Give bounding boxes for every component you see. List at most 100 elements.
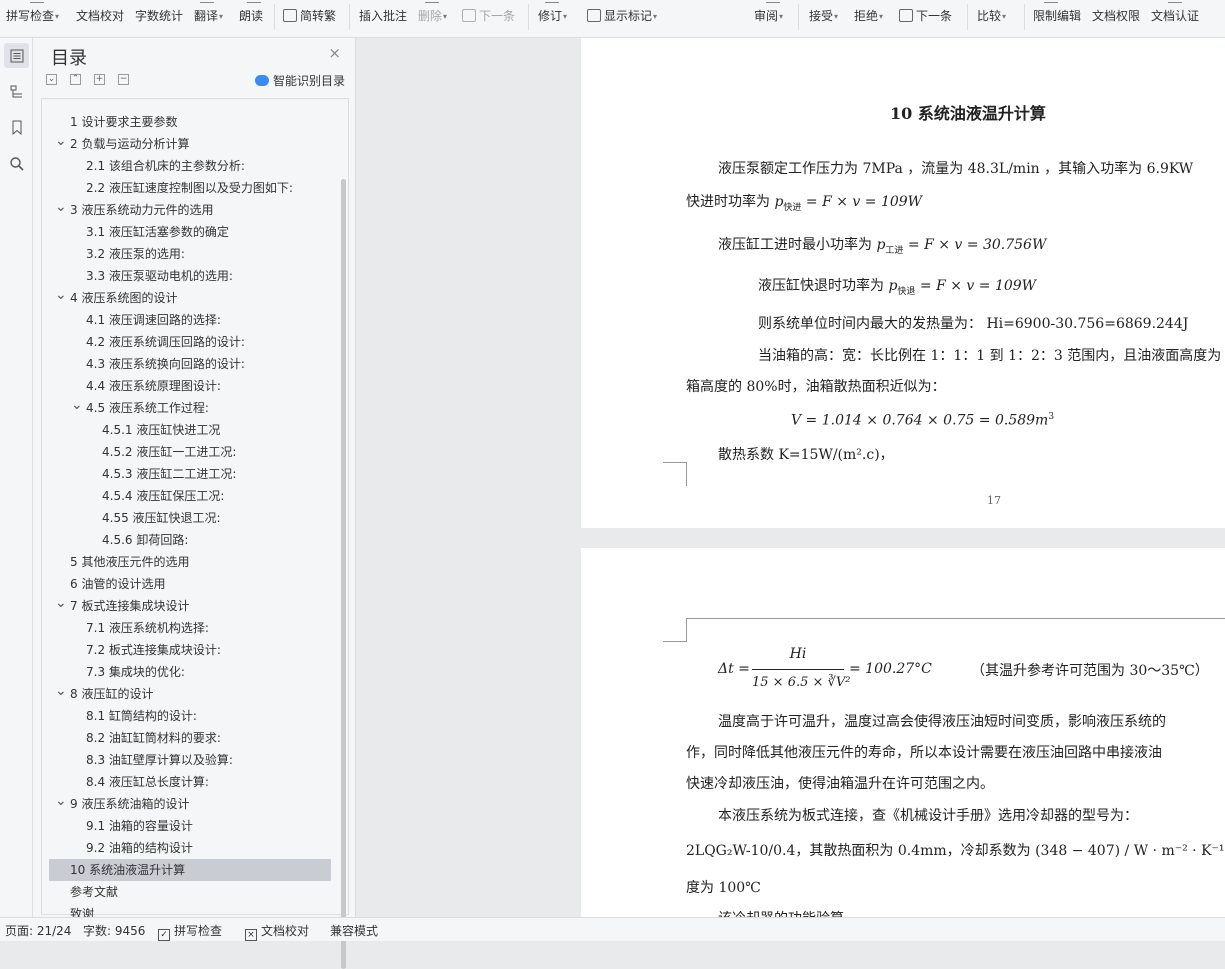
toc-item[interactable]: ⌄ 8 液压缸的设计 — [49, 683, 331, 705]
bookmark-icon[interactable] — [4, 115, 29, 140]
close-icon[interactable]: × — [328, 44, 341, 62]
restrict-edit-button[interactable]: 限制编辑 — [1033, 7, 1081, 25]
ribbon-icon-stub — [200, 0, 214, 3]
separator — [798, 4, 799, 30]
toc-item-label: 3.3 液压泵驱动电机的选用: — [86, 269, 233, 283]
toc-item[interactable]: 10 系统油液温升计算 — [49, 859, 331, 881]
accept-button[interactable]: 接受▾ — [809, 7, 838, 25]
doc-proofread-status[interactable]: × 文档校对 — [245, 922, 309, 941]
word-count-indicator[interactable]: 字数: 9456 — [83, 922, 145, 939]
toc-item[interactable]: 8.4 液压缸总长度计算: — [49, 771, 331, 793]
toc-item[interactable]: 4.5.1 液压缸快进工况 — [49, 419, 331, 441]
ribbon-icon-stub — [1044, 0, 1058, 3]
toc-item[interactable]: 3.3 液压泵驱动电机的选用: — [49, 265, 331, 287]
show-markup-button[interactable]: 显示标记▾ — [587, 7, 657, 25]
toc-item[interactable]: 4.5.6 卸荷回路: — [49, 529, 331, 551]
toc-item[interactable]: 5 其他液压元件的选用 — [49, 551, 331, 573]
chevron-down-icon[interactable]: ⌄ — [55, 592, 67, 614]
toc-item[interactable]: 4.2 液压系统调压回路的设计: — [49, 331, 331, 353]
toc-item[interactable]: 4.1 液压调速回路的选择: — [49, 309, 331, 331]
toc-item[interactable]: 3.2 液压泵的选用: — [49, 243, 331, 265]
separator — [528, 4, 529, 30]
toc-item[interactable]: ⌄ 4.5 液压系统工作过程: — [49, 397, 331, 419]
doc-permissions-button[interactable]: 文档权限 — [1092, 7, 1140, 25]
spell-check-status[interactable]: ✓ 拼写检查 — [158, 922, 222, 941]
doc-proofread-button[interactable]: 文档校对 — [76, 7, 124, 25]
document-page: 10 系统油液温升计算 液压泵额定工作压力为 7MPa ，流量为 48.3L/m… — [581, 38, 1225, 528]
toc-item[interactable]: 2.1 该组合机床的主参数分析: — [49, 155, 331, 177]
insert-comment-button[interactable]: 插入批注 — [359, 7, 407, 25]
toc-item[interactable]: 4.5.2 液压缸一工进工况: — [49, 441, 331, 463]
separator — [1024, 4, 1025, 30]
toc-item[interactable]: 2.2 液压缸速度控制图以及受力图如下: — [49, 177, 331, 199]
paragraph-line: 2LQG₂W-10/0.4，其散热面积为 0.4mm，冷却系数为 (348 − … — [686, 843, 1225, 859]
compare-button[interactable]: 比较▾ — [977, 7, 1006, 25]
toc-item[interactable]: 7.2 板式连接集成块设计: — [49, 639, 331, 661]
simp-trad-button[interactable]: 简转繁 — [283, 7, 336, 25]
toc-list: 1 设计要求主要参数 ⌄ 2 负载与运动分析计算 2.1 该组合机床的主参数分析: 2.… — [41, 98, 349, 969]
toc-item[interactable]: 8.1 缸筒结构的设计: — [49, 705, 331, 727]
page-indicator[interactable]: 页面: 21/24 — [5, 922, 71, 939]
toc-item-label: 4.2 液压系统调压回路的设计: — [86, 335, 245, 349]
toc-item[interactable]: 4.5.3 液压缸二工进工况: — [49, 463, 331, 485]
word-count-button[interactable]: 字数统计 — [135, 7, 183, 25]
search-icon[interactable] — [4, 151, 29, 176]
paragraph-line: 液压缸快退时功率为 p快退 = F × v = 109W — [758, 278, 1037, 297]
review-button[interactable]: 审阅▾ — [754, 7, 783, 25]
markup-icon — [587, 9, 601, 22]
add-heading-icon[interactable]: + — [94, 74, 105, 85]
comment-icon — [462, 9, 476, 22]
toc-item[interactable]: 3.1 液压缸活塞参数的确定 — [49, 221, 331, 243]
compat-mode-label: 兼容模式 — [330, 924, 379, 938]
toc-item[interactable]: ⌄ 9 液压系统油箱的设计 — [49, 793, 331, 815]
chevron-down-icon[interactable]: ⌄ — [55, 196, 67, 218]
collapse-all-icon[interactable]: ⌄ — [46, 74, 57, 85]
toc-item[interactable]: 4.4 液压系统原理图设计: — [49, 375, 331, 397]
smart-detect-toc-button[interactable]: 智能识别目录 — [255, 72, 345, 89]
toc-icon[interactable] — [4, 43, 29, 68]
toc-item[interactable]: 7.1 液压系统机构选择: — [49, 617, 331, 639]
chevron-down-icon[interactable]: ⌄ — [55, 790, 67, 812]
toc-item[interactable]: 参考文献 — [49, 881, 331, 903]
delete-comment-button[interactable]: 删除▾ — [418, 7, 447, 25]
next-comment-button[interactable]: 下一条 — [462, 7, 515, 25]
toc-item-label: 4.4 液压系统原理图设计: — [86, 379, 221, 393]
ribbon-icon-stub — [247, 0, 261, 3]
paragraph-line: 快速冷却液压油，使得油箱温升在许可范围之内。 — [686, 776, 994, 792]
toc-item[interactable]: 1 设计要求主要参数 — [49, 111, 331, 133]
toc-item[interactable]: 4.55 液压缸快退工况: — [49, 507, 331, 529]
toc-item[interactable]: 9.2 油箱的结构设计 — [49, 837, 331, 859]
page-corner-mark — [663, 618, 687, 642]
next-change-button[interactable]: 下一条 — [899, 7, 952, 25]
toc-scrollbar[interactable] — [341, 179, 346, 969]
translate-button[interactable]: 翻译▾ — [194, 7, 223, 25]
toc-item[interactable]: 7.3 集成块的优化: — [49, 661, 331, 683]
track-changes-button[interactable]: 修订▾ — [538, 7, 567, 25]
toc-item-label: 8.1 缸筒结构的设计: — [86, 709, 197, 723]
toc-item-label: 3.1 液压缸活塞参数的确定 — [86, 225, 229, 239]
chevron-down-icon[interactable]: ⌄ — [55, 680, 67, 702]
chevron-down-icon[interactable]: ⌄ — [55, 284, 67, 306]
toc-item[interactable]: 4.3 液压系统换向回路的设计: — [49, 353, 331, 375]
reject-button[interactable]: 拒绝▾ — [854, 7, 883, 25]
chevron-down-icon[interactable]: ⌄ — [71, 394, 83, 416]
toc-item-label: 4.5.1 液压缸快进工况 — [102, 423, 221, 437]
toc-item[interactable]: 8.2 油缸缸筒材料的要求: — [49, 727, 331, 749]
chevron-down-icon[interactable]: ⌄ — [55, 130, 67, 152]
toc-item-label: 2.1 该组合机床的主参数分析: — [86, 159, 245, 173]
toc-item[interactable]: ⌄ 2 负载与运动分析计算 — [49, 133, 331, 155]
spell-check-button[interactable]: 拼写检查▾ — [6, 7, 59, 25]
toc-item[interactable]: 4.5.4 液压缸保压工况: — [49, 485, 331, 507]
toc-item[interactable]: ⌄ 4 液压系统图的设计 — [49, 287, 331, 309]
toc-item[interactable]: ⌄ 7 板式连接集成块设计 — [49, 595, 331, 617]
toc-item[interactable]: 8.3 油缸壁厚计算以及验算: — [49, 749, 331, 771]
nav-pane-icon[interactable] — [4, 79, 29, 104]
expand-up-icon[interactable]: ⌃ — [70, 74, 81, 85]
toc-item[interactable]: 6 油管的设计选用 — [49, 573, 331, 595]
toc-item[interactable]: ⌄ 3 液压系统动力元件的选用 — [49, 199, 331, 221]
remove-heading-icon[interactable]: − — [118, 74, 129, 85]
doc-certify-button[interactable]: 文档认证 — [1151, 7, 1199, 25]
toc-item-label: 6 油管的设计选用 — [70, 577, 166, 591]
toc-item[interactable]: 9.1 油箱的容量设计 — [49, 815, 331, 837]
read-aloud-button[interactable]: 朗读 — [239, 7, 263, 25]
